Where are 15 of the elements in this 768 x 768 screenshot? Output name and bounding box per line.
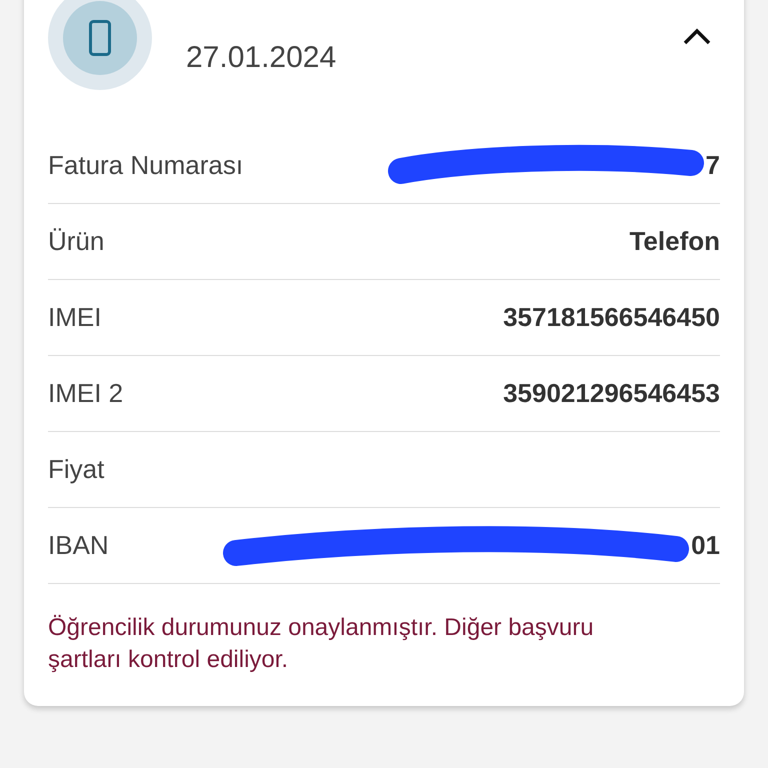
field-label: Ürün [48, 226, 104, 257]
field-label: IBAN [48, 530, 109, 561]
field-value: 357181566546450 [503, 302, 720, 333]
field-value: Telefon [629, 226, 720, 257]
field-label: Fiyat [48, 454, 104, 485]
field-value: 01 [691, 530, 720, 561]
chevron-icon[interactable] [682, 27, 712, 45]
field-value: 7 [706, 150, 720, 181]
field-value: 359021296546453 [503, 378, 720, 409]
field-label: IMEI [48, 302, 102, 333]
field-label: Fatura Numarası [48, 150, 244, 181]
date-text: 27.01.2024 [186, 41, 336, 75]
status-message: Öğrencilik durumunuz onaylanmıştır. Diğer başvuru şartları kontrol ediliyor. [48, 613, 595, 675]
field-label: IMEI 2 [48, 378, 124, 409]
phone-icon [89, 20, 111, 56]
